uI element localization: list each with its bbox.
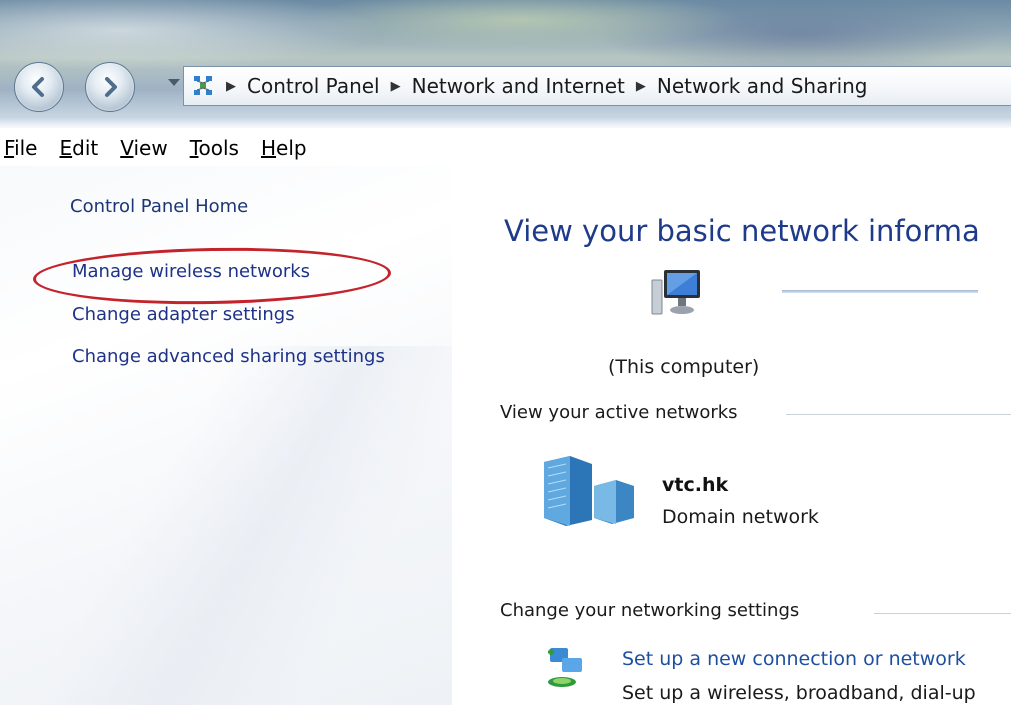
breadcrumb-network-and-sharing[interactable]: Network and Sharing bbox=[657, 74, 868, 98]
connection-line bbox=[782, 290, 978, 293]
change-advanced-sharing-settings-link[interactable]: Change advanced sharing settings bbox=[72, 346, 385, 367]
main-content: View your basic network informa (This co… bbox=[452, 166, 1011, 705]
back-button[interactable] bbox=[14, 62, 64, 112]
manage-wireless-networks-link[interactable]: Manage wireless networks bbox=[72, 261, 310, 282]
menu-help[interactable]: Help bbox=[261, 136, 307, 166]
network-name: vtc.hk bbox=[662, 474, 729, 496]
forward-button[interactable] bbox=[85, 62, 135, 112]
breadcrumb-separator: ▶ bbox=[390, 78, 401, 94]
menu-edit[interactable]: Edit bbox=[59, 136, 98, 166]
section-divider bbox=[874, 613, 1011, 614]
network-type: Domain network bbox=[662, 506, 819, 528]
breadcrumb-network-and-internet[interactable]: Network and Internet bbox=[412, 74, 625, 98]
breadcrumb-control-panel[interactable]: Control Panel bbox=[247, 74, 380, 98]
setup-new-connection-description: Set up a wireless, broadband, dial-up bbox=[622, 682, 976, 704]
navigation-pane: Control Panel Home Manage wireless netwo… bbox=[0, 166, 452, 705]
control-panel-home-link[interactable]: Control Panel Home bbox=[70, 196, 248, 217]
network-center-icon bbox=[194, 76, 212, 95]
this-computer-label: (This computer) bbox=[608, 356, 760, 378]
computer-icon[interactable] bbox=[650, 266, 704, 318]
menu-view[interactable]: View bbox=[120, 136, 167, 166]
back-icon bbox=[32, 77, 44, 97]
setup-new-connection-link[interactable]: Set up a new connection or network bbox=[622, 648, 966, 670]
breadcrumb-separator: ▶ bbox=[635, 78, 646, 94]
window-title-area bbox=[0, 0, 1011, 128]
menu-file[interactable]: File bbox=[4, 136, 37, 166]
menu-tools[interactable]: Tools bbox=[190, 136, 239, 166]
menu-bar: File Edit View Tools Help bbox=[0, 128, 1011, 166]
section-divider bbox=[786, 414, 1011, 415]
address-bar[interactable]: ▶ Control Panel ▶ Network and Internet ▶… bbox=[183, 66, 1011, 106]
change-adapter-settings-link[interactable]: Change adapter settings bbox=[72, 304, 295, 325]
active-networks-heading: View your active networks bbox=[500, 402, 738, 423]
forward-icon bbox=[105, 77, 117, 97]
page-title: View your basic network informa bbox=[504, 214, 980, 248]
change-settings-heading: Change your networking settings bbox=[500, 600, 800, 621]
recent-pages-dropdown[interactable] bbox=[168, 79, 180, 86]
breadcrumb-separator: ▶ bbox=[226, 78, 236, 94]
new-connection-icon bbox=[548, 648, 582, 687]
domain-network-icon bbox=[544, 456, 634, 526]
